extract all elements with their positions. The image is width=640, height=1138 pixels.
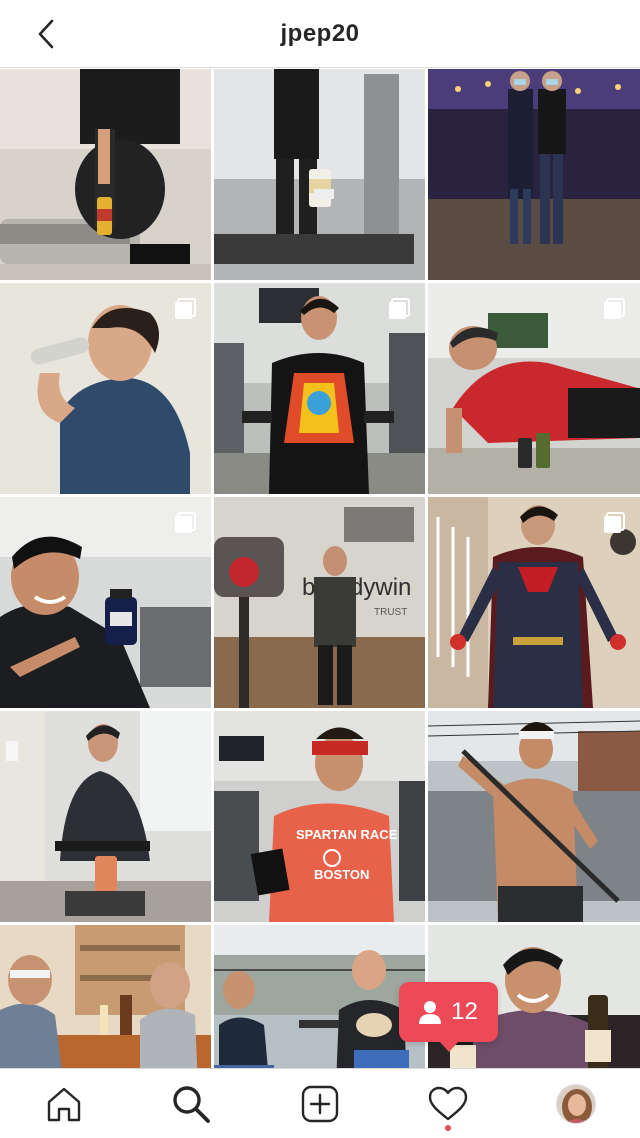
grid-post[interactable] — [428, 69, 640, 280]
user-icon — [419, 1001, 442, 1024]
page-title: jpep20 — [280, 19, 360, 47]
grid-post[interactable]: SPARTAN RACE BOSTON — [214, 711, 425, 922]
grid-post[interactable] — [0, 69, 211, 280]
home-icon — [47, 1087, 81, 1122]
post-image — [0, 711, 211, 922]
post-image — [214, 69, 425, 280]
avatar-image — [557, 1085, 595, 1123]
top-bar: jpep20 — [0, 0, 640, 68]
tab-new-post[interactable] — [297, 1081, 343, 1127]
svg-text:BOSTON: BOSTON — [314, 867, 369, 882]
grid-post[interactable] — [0, 711, 211, 922]
activity-count: 12 — [451, 998, 478, 1025]
grid-post[interactable] — [428, 283, 640, 494]
grid-post[interactable] — [428, 497, 640, 708]
grid-post[interactable] — [0, 497, 211, 708]
new-post-icon — [301, 1085, 339, 1123]
back-button[interactable] — [28, 16, 64, 52]
tab-home[interactable] — [41, 1081, 87, 1127]
photo-grid: brandywin TRUST SPARTAN RACE BOSTON — [0, 69, 640, 1068]
post-image: brandywin TRUST — [214, 497, 425, 708]
tab-activity[interactable] — [425, 1081, 471, 1127]
svg-text:TRUST: TRUST — [374, 607, 407, 618]
post-image — [214, 925, 425, 1068]
post-image: SPARTAN RACE BOSTON — [214, 711, 425, 922]
carousel-icon — [175, 512, 196, 533]
grid-post[interactable] — [214, 925, 425, 1068]
grid-post[interactable] — [214, 283, 425, 494]
carousel-icon — [604, 298, 625, 319]
svg-text:SPARTAN RACE: SPARTAN RACE — [296, 827, 398, 842]
grid-post[interactable] — [428, 711, 640, 922]
search-icon — [173, 1086, 210, 1123]
grid-post[interactable] — [214, 69, 425, 280]
carousel-icon — [175, 298, 196, 319]
heart-icon — [428, 1086, 468, 1121]
post-image — [428, 69, 640, 280]
notification-dot — [445, 1125, 451, 1131]
post-image — [428, 711, 640, 922]
follower-activity-bubble[interactable]: 12 — [399, 982, 498, 1052]
grid-post[interactable] — [0, 925, 211, 1068]
bottom-tab-bar — [0, 1068, 640, 1138]
carousel-icon — [389, 298, 410, 319]
chevron-left-icon — [38, 19, 54, 49]
grid-post[interactable] — [0, 283, 211, 494]
post-image — [0, 69, 211, 280]
tab-search[interactable] — [168, 1081, 214, 1127]
grid-post[interactable]: brandywin TRUST — [214, 497, 425, 708]
carousel-icon — [604, 512, 625, 533]
post-image — [0, 925, 211, 1068]
profile-avatar[interactable] — [556, 1084, 596, 1124]
